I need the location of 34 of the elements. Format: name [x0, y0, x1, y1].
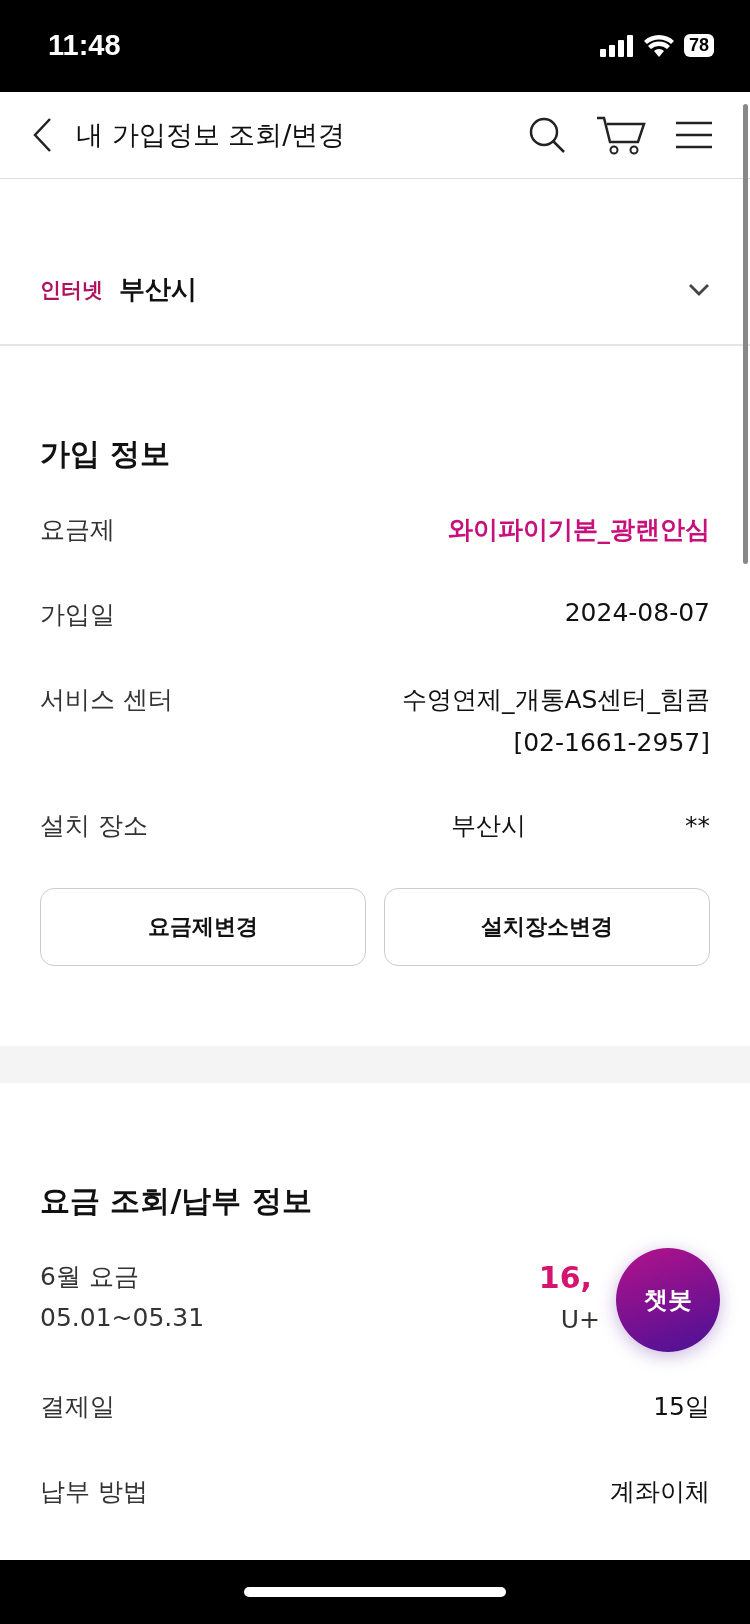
row-value: [02-1661-2957] [513, 727, 710, 757]
product-name: U+ [560, 1304, 600, 1334]
service-type: 인터넷 [40, 276, 103, 304]
page-title: 내 가입정보 조회/변경 [76, 118, 347, 153]
service-address: 부산시 [119, 273, 198, 307]
signal-icon [599, 34, 634, 57]
chatbot-button[interactable]: 챗봇 [616, 1248, 720, 1352]
bill-period: 05.01~05.31 [40, 1302, 205, 1332]
row-value: 계좌이체 [610, 1475, 710, 1508]
row-label: 가입일 [40, 598, 115, 631]
row-value: 부산시 ** [451, 809, 710, 842]
menu-icon[interactable] [676, 121, 712, 150]
row-value: 15일 [653, 1390, 710, 1423]
row-value: 와이파이기본_광랜안심 [447, 513, 710, 546]
row-label: 설치 장소 [40, 809, 148, 842]
search-icon[interactable] [528, 116, 566, 155]
row-value: 수영연제_개통AS센터_힘콤 [402, 683, 710, 716]
row-label: 결제일 [40, 1390, 115, 1423]
chevron-down-icon [688, 282, 710, 297]
wifi-icon [643, 34, 674, 57]
change-button[interactable]: 요금제변경 [40, 887, 366, 966]
battery-indicator: 78 [683, 34, 714, 58]
cart-icon[interactable] [596, 115, 646, 156]
section-title: 가입 정보 [40, 434, 172, 473]
back-icon[interactable] [32, 117, 52, 154]
row-label: 요금제 [40, 513, 115, 546]
bill-amount: 16, [538, 1259, 592, 1295]
section-title: 요금 조회/납부 정보 [40, 1181, 313, 1220]
change-button[interactable]: 설치장소변경 [384, 887, 710, 966]
status-time: 11:48 [48, 29, 121, 63]
row-label: 납부 방법 [40, 1475, 148, 1508]
bill-month: 6월 요금 [40, 1260, 140, 1293]
row-value: 2024-08-07 [564, 597, 710, 627]
row-label: 서비스 센터 [40, 683, 173, 716]
